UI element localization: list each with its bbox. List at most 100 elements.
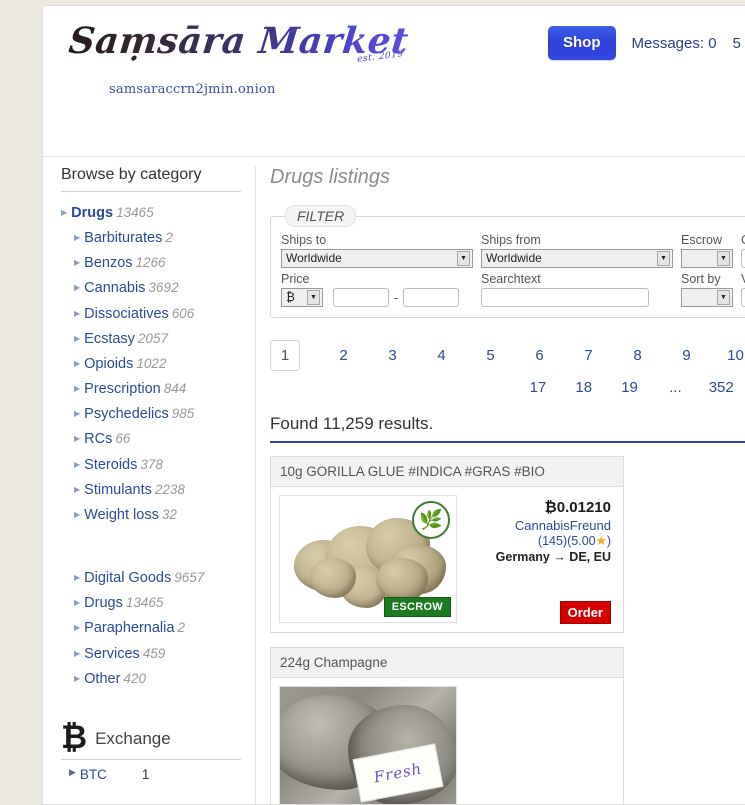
sidebar-item-ecstasy[interactable]: ▶ Ecstasy 2057 <box>74 327 241 352</box>
pagination-link-8[interactable]: 8 <box>613 343 662 368</box>
listing-info <box>457 686 615 804</box>
chevron-down-icon: ▼ <box>717 290 730 305</box>
filter-col-category: Cate Drug Vend All <box>741 231 745 307</box>
vendor-select[interactable]: All <box>741 288 745 307</box>
listing-price: ₿0.01210 <box>544 498 611 516</box>
sidebar-item-barbiturates[interactable]: ▶ Barbiturates 2 <box>74 226 241 251</box>
chevron-right-icon: ▶ <box>74 308 81 318</box>
chevron-right-icon: ▶ <box>69 767 76 778</box>
listing-body: Fresh <box>271 678 623 804</box>
ships-to-label: Ships to <box>281 233 327 247</box>
listing-body: 🌿 ESCROW ₿0.01210 CannabisFreund (145)(5.00★… <box>271 487 623 632</box>
category-count: 459 <box>142 645 166 661</box>
pagination-link-4[interactable]: 4 <box>417 343 466 368</box>
ships-to-select[interactable]: Worldwide ▼ <box>281 249 473 268</box>
category-count: 13465 <box>125 595 164 611</box>
category-label: Barbiturates <box>84 230 163 247</box>
site-page: Saṃsāra Market est. 2019 samsaraccrn2jmi… <box>42 5 745 805</box>
chevron-right-icon: ▶ <box>74 333 81 343</box>
filter-panel: FILTER Ships to Worldwide ▼ Price ₿ ▼ - … <box>270 205 745 318</box>
category-label: Ecstasy <box>84 330 135 347</box>
ships-from-select[interactable]: Worldwide ▼ <box>481 249 673 268</box>
sidebar-item-benzos[interactable]: ▶ Benzos 1266 <box>74 251 241 276</box>
pagination-link-352[interactable]: 352 <box>698 375 744 400</box>
listing-info: ₿0.01210 CannabisFreund (145)(5.00★) German… <box>457 495 615 624</box>
sidebar-item-psychedelics[interactable]: ▶ Psychedelics 985 <box>74 402 241 427</box>
price-max-input[interactable] <box>403 288 460 307</box>
listing-vendor[interactable]: CannabisFreund <box>465 518 611 533</box>
chevron-right-icon: ▶ <box>61 208 68 217</box>
searchtext-input[interactable] <box>481 288 649 307</box>
sidebar-item-cannabis[interactable]: ▶ Cannabis 3692 <box>74 276 241 301</box>
category-label: Cate <box>741 233 745 247</box>
listing-card[interactable]: 224g Champagne Fresh <box>270 647 624 804</box>
main-content: Drugs listings FILTER Ships to Worldwide… <box>255 166 745 804</box>
sidebar-item-drugs[interactable]: ▶ Drugs 13465 <box>74 591 241 616</box>
sidebar-item-stimulants[interactable]: ▶ Stimulants 2238 <box>74 478 241 503</box>
pagination-link-1[interactable]: 1 <box>270 340 300 371</box>
pagination-link-6[interactable]: 6 <box>515 343 564 368</box>
sidebar-item-opioids[interactable]: ▶ Opioids 1022 <box>74 352 241 377</box>
category-count: 985 <box>171 406 195 422</box>
pagination-link-9[interactable]: 9 <box>662 343 711 368</box>
category-label: Opioids <box>84 355 134 372</box>
sidebar-item-other[interactable]: ▶ Other 420 <box>74 667 241 692</box>
pagination-link-7[interactable]: 7 <box>564 343 613 368</box>
chevron-right-icon: ▶ <box>74 459 81 469</box>
category-count: 1022 <box>136 355 167 371</box>
vendor-label: Vend <box>741 272 745 286</box>
listing-title[interactable]: 224g Champagne <box>271 648 623 678</box>
category-label: RCs <box>84 431 113 448</box>
sidebar-item-steroids[interactable]: ▶ Steroids 378 <box>74 453 241 478</box>
sidebar-item-prescription[interactable]: ▶ Prescription 844 <box>74 377 241 402</box>
category-label: Drugs <box>84 595 123 612</box>
pagination-link-2[interactable]: 2 <box>319 343 368 368</box>
pagination-link-17[interactable]: 17 <box>515 375 561 400</box>
sidebar-item-dissociatives[interactable]: ▶ Dissociatives 606 <box>74 302 241 327</box>
category-label: Cannabis <box>84 280 146 297</box>
order-button[interactable]: Order <box>559 601 611 624</box>
pagination-link-5[interactable]: 5 <box>466 343 515 368</box>
currency-select[interactable]: ₿ ▼ <box>281 288 323 307</box>
pagination-link-ellipsisellipsisellipsis[interactable]: ... <box>652 375 698 400</box>
sort-by-select[interactable]: ▼ <box>681 288 733 307</box>
messages-link[interactable]: Messages: 0 <box>632 35 717 52</box>
category-label: Other <box>84 670 121 687</box>
sidebar-item-paraphernalia[interactable]: ▶ Paraphernalia 2 <box>74 616 241 641</box>
sidebar-item-drugs[interactable]: ▶ Drugs 13465 <box>61 201 241 226</box>
category-count: 2238 <box>154 481 185 497</box>
category-select[interactable]: Drug <box>741 249 745 268</box>
price-min-input[interactable] <box>333 288 389 307</box>
pagination-link-10[interactable]: 10 <box>711 343 745 368</box>
category-label: Prescription <box>84 381 161 398</box>
exchange-rate-row: ▶ BTC 1 <box>61 767 241 782</box>
pagination-link-18[interactable]: 18 <box>561 375 607 400</box>
chevron-right-icon: ▶ <box>74 573 81 583</box>
sidebar-item-rcs[interactable]: ▶ RCs 66 <box>74 427 241 452</box>
listing-thumbnail[interactable]: Fresh <box>279 686 457 804</box>
listing-title[interactable]: 10g GORILLA GLUE #INDICA #GRAS #BIO <box>271 457 623 487</box>
page-title: Drugs listings <box>270 166 391 188</box>
escrow-label: Escrow <box>681 233 722 247</box>
filter-col-shipsfrom: Ships from Worldwide ▼ Searchtext <box>481 231 673 307</box>
chevron-right-icon: ▶ <box>74 598 81 608</box>
category-label: Stimulants <box>84 481 152 498</box>
escrow-select[interactable]: ▼ <box>681 249 733 268</box>
pagination-link-19[interactable]: 19 <box>607 375 653 400</box>
sidebar-item-digital-goods[interactable]: ▶ Digital Goods 9657 <box>74 566 241 591</box>
escrow-badge: ESCROW <box>383 597 451 617</box>
ships-to-value: Worldwide <box>286 251 342 265</box>
header-divider <box>43 156 745 157</box>
sidebar-item-weight-loss[interactable]: ▶ Weight loss 32 <box>74 503 241 528</box>
shop-button[interactable]: Shop <box>548 26 616 60</box>
header-cut-label[interactable]: 5 <box>733 35 741 52</box>
category-label: Digital Goods <box>84 570 172 587</box>
pagination-link-3[interactable]: 3 <box>368 343 417 368</box>
site-logo[interactable]: Saṃsāra Market est. 2019 <box>67 20 411 65</box>
listing-thumbnail[interactable]: 🌿 ESCROW <box>279 495 457 623</box>
category-count: 420 <box>123 670 146 686</box>
listing-card[interactable]: 10g GORILLA GLUE #INDICA #GRAS #BIO 🌿 ESCR… <box>270 456 624 633</box>
organic-leaf-stamp: 🌿 <box>412 501 450 539</box>
sidebar-item-services[interactable]: ▶ Services 459 <box>74 642 241 667</box>
category-count: 3692 <box>148 280 179 296</box>
